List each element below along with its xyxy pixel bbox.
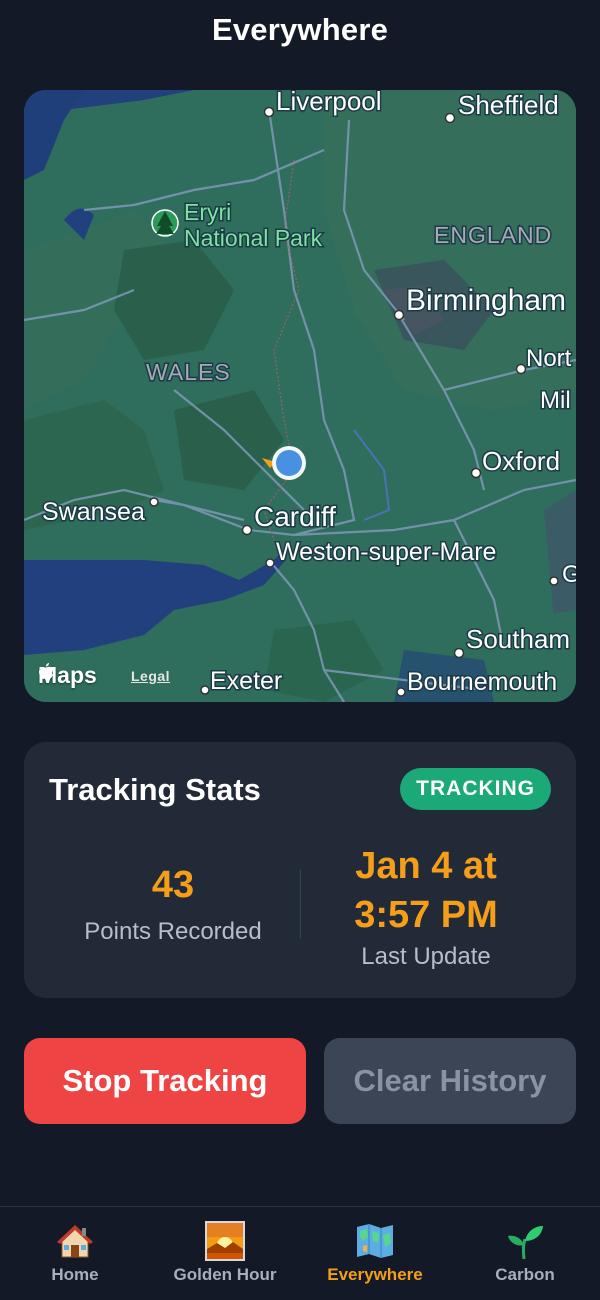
map-label-england: ENGLAND [434, 222, 552, 248]
last-update-label: Last Update [361, 943, 491, 970]
last-update-date: Jan 4 at [355, 845, 497, 887]
maps-attribution: Maps [38, 662, 97, 689]
map-canvas: Liverpool Sheffield Eryri National Park … [24, 90, 576, 702]
tab-home[interactable]: Home [0, 1207, 150, 1300]
national-park-icon [151, 209, 179, 237]
tracking-stats-title: Tracking Stats [49, 772, 261, 807]
page-title: Everywhere [211, 12, 389, 47]
map-label-exeter: Exeter [210, 667, 282, 695]
map-label-bournemouth: Bournemouth [407, 668, 557, 696]
tab-home-label: Home [51, 1265, 99, 1284]
map-label-southampton: Southam [466, 624, 570, 654]
legal-link[interactable]: Legal [131, 668, 170, 684]
map-label-cardiff: Cardiff [254, 501, 336, 532]
house-icon [57, 1225, 93, 1258]
tab-golden-hour-label: Golden Hour [173, 1265, 277, 1284]
last-update-value: Jan 4 at 3:57 PM [300, 842, 552, 940]
stop-tracking-button[interactable]: Stop Tracking [24, 1038, 306, 1124]
tab-everywhere[interactable]: Everywhere [300, 1207, 450, 1300]
map-label-birmingham: Birmingham [406, 284, 566, 317]
sunrise-icon [205, 1221, 245, 1261]
clear-history-button[interactable]: Clear History [324, 1038, 576, 1124]
map-label-north: Nort [526, 345, 572, 372]
tab-carbon[interactable]: Carbon [450, 1207, 600, 1300]
map-label-g: G [562, 561, 576, 588]
map-label-sheffield: Sheffield [458, 90, 559, 120]
status-badge: TRACKING [400, 768, 551, 810]
apple-logo-icon [39, 663, 53, 679]
map-label-national-park: National Park [184, 225, 323, 251]
map-label-swansea: Swansea [42, 498, 145, 526]
points-recorded-label: Points Recorded [84, 918, 262, 945]
last-update-time: 3:57 PM [354, 894, 498, 936]
points-recorded-value: 43 [151, 864, 195, 906]
tab-carbon-label: Carbon [495, 1265, 555, 1284]
map-label-eryri: Eryri [184, 199, 231, 225]
tab-everywhere-label: Everywhere [327, 1265, 423, 1284]
map-label-oxford: Oxford [482, 446, 560, 476]
map-label-weston: Weston-super-Mare [276, 538, 496, 566]
map-label-liverpool: Liverpool [276, 90, 382, 116]
world-map-icon [357, 1224, 393, 1258]
tab-golden-hour[interactable]: Golden Hour [150, 1207, 300, 1300]
map-view[interactable]: Liverpool Sheffield Eryri National Park … [24, 90, 576, 702]
tab-bar: Home Golden Hour Everywhere Carbon [0, 1206, 600, 1300]
map-label-milton: Mil [540, 387, 571, 414]
map-label-wales: WALES [146, 359, 231, 385]
seedling-icon [508, 1226, 543, 1260]
